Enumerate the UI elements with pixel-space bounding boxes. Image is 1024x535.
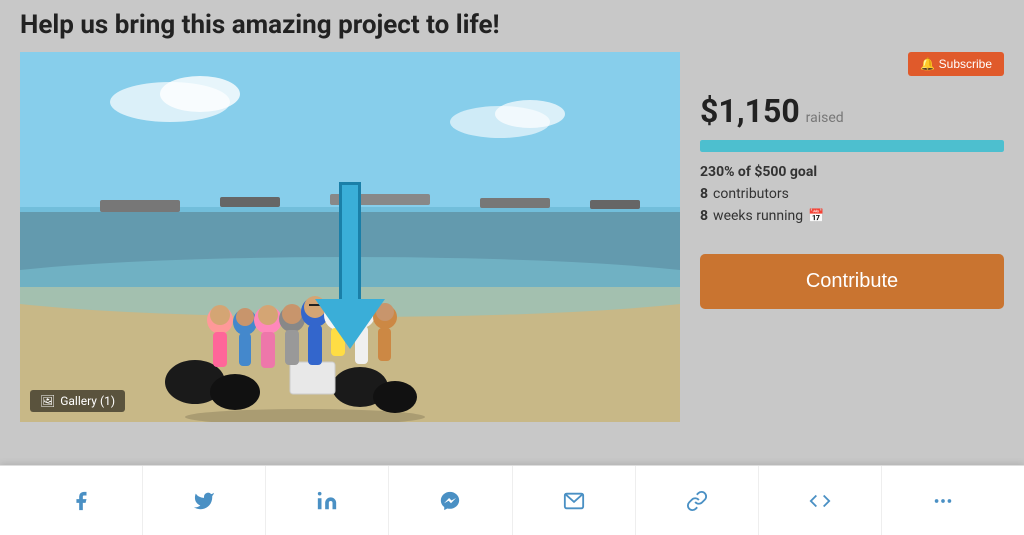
contribute-button[interactable]: Contribute <box>700 254 1004 309</box>
raised-label: raised <box>806 110 844 126</box>
goal-stat: 230% of $500 goal <box>700 164 1004 180</box>
facebook-share-button[interactable] <box>20 466 143 535</box>
embed-button[interactable] <box>759 466 882 535</box>
image-icon: 🖼 <box>40 394 55 408</box>
amount-raised-row: $1,150 raised <box>700 92 1004 130</box>
messenger-share-button[interactable] <box>389 466 512 535</box>
stats-panel: 🔔 Subscribe $1,150 raised 230% of $500 g… <box>700 52 1004 309</box>
progress-bar-fill <box>700 140 1004 152</box>
gallery-badge[interactable]: 🖼 Gallery (1) <box>30 390 125 412</box>
scroll-arrow <box>315 182 385 349</box>
progress-bar <box>700 140 1004 152</box>
twitter-share-button[interactable] <box>143 466 266 535</box>
subscribe-button[interactable]: 🔔 Subscribe <box>908 52 1004 76</box>
calendar-icon: 📅 <box>808 209 824 224</box>
linkedin-share-button[interactable] <box>266 466 389 535</box>
share-bar <box>0 465 1024 535</box>
project-image: 🖼 Gallery (1) <box>20 52 680 422</box>
more-share-button[interactable] <box>882 466 1004 535</box>
page-title: Help us bring this amazing project to li… <box>20 10 1004 40</box>
weeks-stat: 8 weeks running 📅 <box>700 208 1004 224</box>
contributors-stat: 8 contributors <box>700 186 1004 202</box>
email-share-button[interactable] <box>513 466 636 535</box>
amount-value: $1,150 <box>700 92 800 130</box>
copy-link-button[interactable] <box>636 466 759 535</box>
